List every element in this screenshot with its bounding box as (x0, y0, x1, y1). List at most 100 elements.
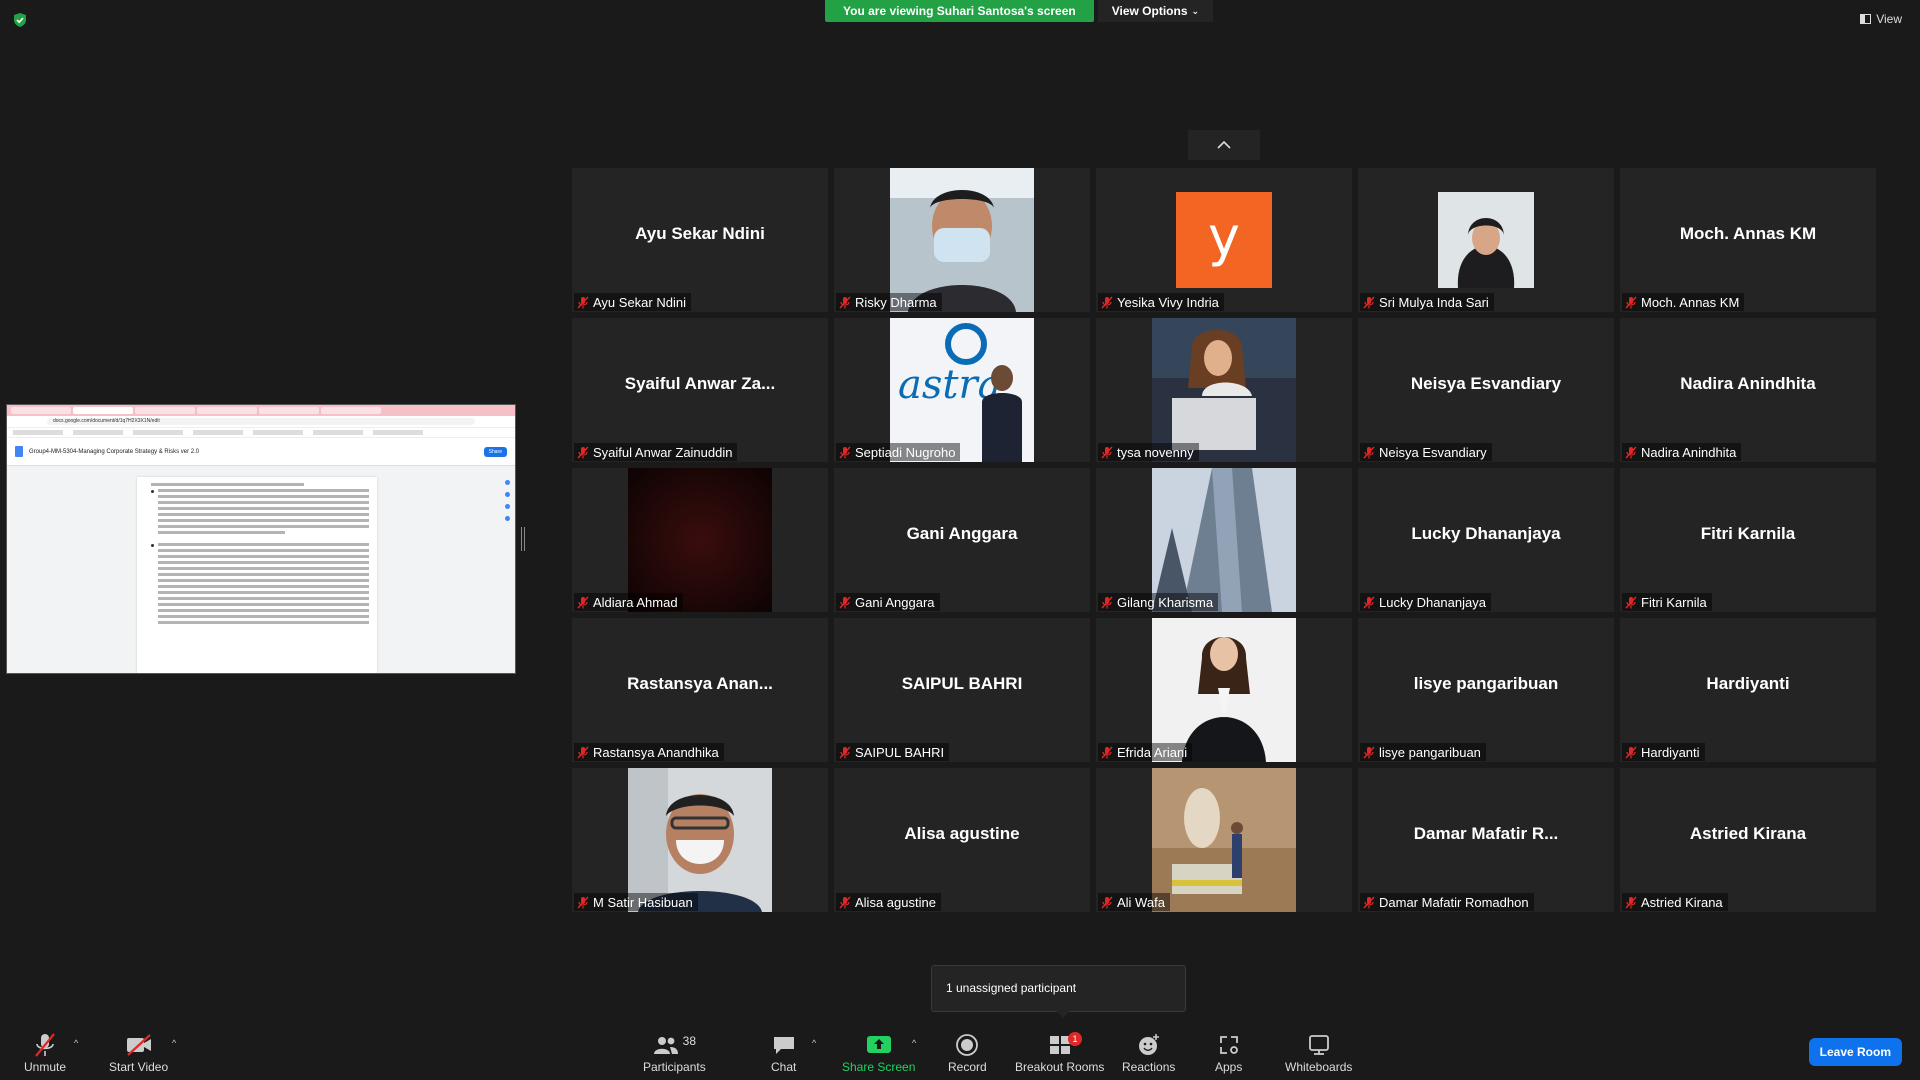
microphone-muted-icon (839, 746, 851, 758)
participant-name-label: Ali Wafa (1098, 893, 1170, 911)
participant-tile[interactable]: Rastansya Anan... Rastansya Anandhika (572, 618, 828, 762)
participant-name: Yesika Vivy Indria (1117, 294, 1219, 310)
screen-share-banner: You are viewing Suhari Santosa's screen … (825, 0, 1214, 22)
participant-display-name: Rastansya Anan... (627, 674, 773, 693)
view-layout-button[interactable]: View (1860, 12, 1902, 26)
participant-video (1152, 768, 1296, 912)
participant-tile[interactable]: SAIPUL BAHRI SAIPUL BAHRI (834, 618, 1090, 762)
microphone-muted-icon (1101, 296, 1113, 308)
microphone-muted-icon (1101, 896, 1113, 908)
participant-tile[interactable]: y Yesika Vivy Indria (1096, 168, 1352, 312)
gallery-collapse-button[interactable] (1188, 130, 1260, 160)
participant-display-name: Damar Mafatir R... (1413, 824, 1559, 843)
participant-tile[interactable]: Efrida Ariani (1096, 618, 1352, 762)
participant-name: Moch. Annas KM (1641, 294, 1740, 310)
breakout-rooms-label: Breakout Rooms (1015, 1060, 1105, 1074)
participant-display-name: Astried Kirana (1689, 824, 1807, 843)
participant-tile[interactable]: M Satir Hasibuan (572, 768, 828, 912)
video-options-caret-icon[interactable]: ^ (172, 1038, 176, 1048)
microphone-muted-icon (1101, 746, 1113, 758)
participant-display-name: Neisya Esvandiary (1410, 374, 1562, 393)
participant-tile[interactable]: lisye pangaribuan lisye pangaribuan (1358, 618, 1614, 762)
participant-tile[interactable]: Ayu Sekar Ndini Ayu Sekar Ndini (572, 168, 828, 312)
participant-name: Aldiara Ahmad (593, 594, 678, 610)
participant-name-label: M Satir Hasibuan (574, 893, 698, 911)
security-shield-icon[interactable] (12, 12, 28, 28)
apps-button[interactable]: Apps (1215, 1032, 1242, 1074)
participant-name-label: Aldiara Ahmad (574, 593, 683, 611)
microphone-muted-icon (839, 446, 851, 458)
participant-tile[interactable]: Ali Wafa (1096, 768, 1352, 912)
participant-name-label: Fitri Karnila (1622, 593, 1712, 611)
participant-tile[interactable]: Syaiful Anwar Za... Syaiful Anwar Zainudd… (572, 318, 828, 462)
view-options-label: View Options (1111, 4, 1188, 18)
participant-display-name: SAIPUL BAHRI (901, 674, 1023, 693)
participant-name: Ayu Sekar Ndini (593, 294, 686, 310)
microphone-muted-icon (1625, 896, 1637, 908)
doc-share-button: Share (483, 446, 507, 457)
participant-name: Syaiful Anwar Zainuddin (593, 444, 733, 460)
participant-tile[interactable]: tysa novenny (1096, 318, 1352, 462)
participant-tile[interactable]: Hardiyanti Hardiyanti (1620, 618, 1876, 762)
start-video-button[interactable]: Start Video (109, 1032, 168, 1074)
participant-display-name: lisye pangaribuan (1413, 674, 1559, 693)
share-options-caret-icon[interactable]: ^ (912, 1038, 916, 1048)
participant-name: Gilang Kharisma (1117, 594, 1214, 610)
unmute-button[interactable]: Unmute (24, 1032, 66, 1074)
participant-video (628, 468, 772, 612)
leave-room-button[interactable]: Leave Room (1808, 1038, 1902, 1066)
participant-video (1152, 318, 1296, 462)
participant-tile[interactable]: Aldiara Ahmad (572, 468, 828, 612)
chat-options-caret-icon[interactable]: ^ (812, 1038, 816, 1048)
microphone-muted-icon (35, 1033, 55, 1057)
url-text: docs.google.com/document/d/1q7H2X3X1N/ed… (47, 418, 475, 425)
doc-side-panel (505, 480, 513, 521)
microphone-muted-icon (1625, 596, 1637, 608)
participant-tile[interactable]: Astried Kirana Astried Kirana (1620, 768, 1876, 912)
audio-options-caret-icon[interactable]: ^ (74, 1038, 78, 1048)
participant-name: Lucky Dhananjaya (1379, 594, 1486, 610)
participant-tile[interactable]: Damar Mafatir R... Damar Mafatir Romadhon (1358, 768, 1614, 912)
participant-name-label: tysa novenny (1098, 443, 1199, 461)
reactions-label: Reactions (1122, 1060, 1176, 1074)
unmute-label: Unmute (24, 1060, 67, 1074)
chevron-up-icon (1217, 141, 1231, 149)
participant-display-name: Fitri Karnila (1700, 524, 1796, 543)
participant-name: Ali Wafa (1117, 894, 1165, 910)
tooltip-text: 1 unassigned participant (946, 981, 1077, 995)
participant-tile[interactable]: Neisya Esvandiary Neisya Esvandiary (1358, 318, 1614, 462)
participant-tile[interactable]: Gani Anggara Gani Anggara (834, 468, 1090, 612)
record-button[interactable]: Record (948, 1032, 987, 1074)
participant-tile[interactable]: Gilang Kharisma (1096, 468, 1352, 612)
participant-name-label: Sri Mulya Inda Sari (1360, 293, 1494, 311)
participant-tile[interactable]: astra Septiadi Nugroho (834, 318, 1090, 462)
whiteboards-button[interactable]: Whiteboards (1285, 1032, 1352, 1074)
share-screen-button[interactable]: Share Screen (842, 1032, 915, 1074)
microphone-muted-icon (839, 896, 851, 908)
participant-tile[interactable]: Moch. Annas KM Moch. Annas KM (1620, 168, 1876, 312)
participant-tile[interactable]: Lucky Dhananjaya Lucky Dhananjaya (1358, 468, 1614, 612)
video-off-icon (126, 1034, 151, 1056)
chat-button[interactable]: Chat (771, 1032, 796, 1074)
chevron-down-icon: ⌄ (1191, 5, 1200, 16)
participant-tile[interactable]: Risky Dharma (834, 168, 1090, 312)
participant-name: Efrida Ariani (1117, 744, 1188, 760)
participants-button[interactable]: 38 Participants (643, 1032, 706, 1074)
participant-tile[interactable]: Sri Mulya Inda Sari (1358, 168, 1614, 312)
resize-handle[interactable] (521, 527, 525, 551)
participant-tile[interactable]: Fitri Karnila Fitri Karnila (1620, 468, 1876, 612)
shared-screen-view[interactable]: docs.google.com/document/d/1q7H2X3X1N/ed… (6, 404, 516, 674)
microphone-muted-icon (1363, 596, 1375, 608)
participant-name-label: lisye pangaribuan (1360, 743, 1486, 761)
participant-name: Damar Mafatir Romadhon (1379, 894, 1529, 910)
participant-tile[interactable]: Nadira Anindhita Nadira Anindhita (1620, 318, 1876, 462)
participant-name-label: Rastansya Anandhika (574, 743, 724, 761)
apps-label: Apps (1215, 1060, 1243, 1074)
microphone-muted-icon (839, 296, 851, 308)
reactions-button[interactable]: Reactions (1122, 1032, 1175, 1074)
participant-name-label: Syaiful Anwar Zainuddin (574, 443, 738, 461)
breakout-rooms-button[interactable]: Breakout Rooms (1015, 1032, 1104, 1074)
participant-tile[interactable]: Alisa agustine Alisa agustine (834, 768, 1090, 912)
view-options-button[interactable]: View Options ⌄ (1097, 0, 1214, 22)
microphone-muted-icon (577, 446, 589, 458)
